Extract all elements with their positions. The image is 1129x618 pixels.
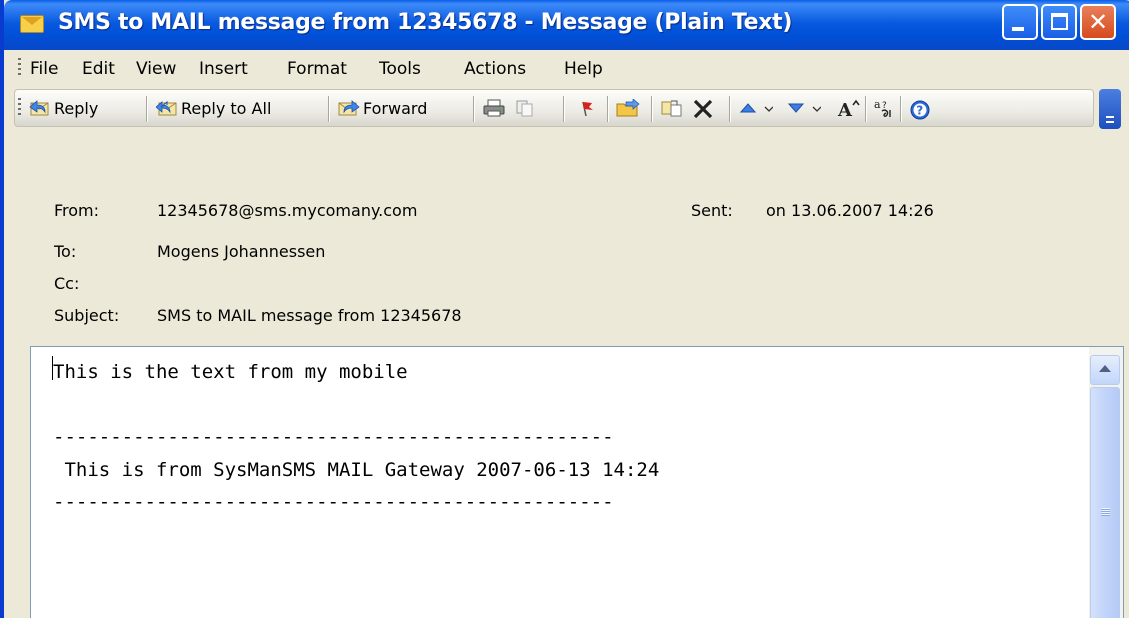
cc-value [157, 274, 162, 293]
svg-text:A: A [837, 100, 853, 119]
reply-icon [29, 99, 51, 117]
toolbar-options-button[interactable] [1099, 89, 1121, 129]
menu-view[interactable]: View [136, 59, 176, 79]
move-to-folder-icon [616, 98, 640, 117]
close-button[interactable]: ✕ [1080, 4, 1116, 40]
copy-icon [514, 99, 536, 117]
to-value[interactable]: Mogens Johannessen [157, 242, 325, 261]
move-to-folder-button[interactable] [616, 95, 641, 121]
toolbar-separator [473, 96, 475, 122]
minimize-button[interactable] [1002, 4, 1038, 40]
toolbar-separator [729, 96, 731, 122]
toolbar-grip[interactable] [18, 98, 21, 118]
from-value[interactable]: 12345678@sms.mycomany.com [157, 201, 417, 220]
toolbar-separator [900, 96, 902, 122]
forward-icon [338, 99, 360, 117]
flag-icon [576, 99, 598, 117]
menu-insert[interactable]: Insert [199, 59, 248, 79]
message-body-text[interactable]: This is the text from my mobile --------… [53, 356, 659, 519]
menu-file[interactable]: File [30, 59, 58, 79]
create-rule-icon [661, 99, 683, 117]
body-line: This is from SysManSMS MAIL Gateway 2007… [53, 458, 660, 481]
reply-label: Reply [54, 98, 99, 118]
cc-label: Cc: [54, 274, 80, 293]
delete-button[interactable] [692, 95, 717, 121]
menu-help[interactable]: Help [564, 59, 603, 79]
toolbar-separator [865, 96, 867, 122]
from-label: From: [54, 201, 100, 220]
message-window: SMS to MAIL message from 12345678 - Mess… [0, 0, 1129, 618]
subject-label: Subject: [54, 306, 120, 325]
create-rule-button[interactable] [661, 95, 686, 121]
envelope-icon [20, 15, 44, 33]
previous-item-icon [739, 99, 774, 117]
body-line [53, 389, 659, 422]
body-line: This is the text from my mobile [53, 361, 408, 383]
maximize-button[interactable] [1041, 4, 1077, 40]
sent-value: on 13.06.2007 14:26 [766, 201, 934, 220]
menu-tools[interactable]: Tools [379, 59, 421, 79]
toolbar-separator [328, 96, 330, 122]
encoding-button[interactable]: a? [873, 95, 898, 121]
encoding-icon: a? [873, 98, 895, 117]
menu-actions[interactable]: Actions [464, 59, 526, 79]
reply-all-icon [155, 99, 178, 117]
previous-item-button[interactable] [739, 95, 776, 121]
svg-text:a: a [874, 99, 881, 111]
svg-text:?: ? [916, 104, 923, 118]
menu-bar: File Edit View Insert Format Tools Actio… [4, 50, 1129, 89]
print-button[interactable] [483, 95, 508, 121]
next-item-icon [787, 99, 822, 117]
toolbar-separator [146, 96, 148, 122]
font-size-button[interactable]: A [837, 95, 862, 121]
forward-label: Forward [363, 98, 428, 118]
sent-label: Sent: [691, 201, 733, 220]
to-label: To: [54, 242, 77, 261]
minimize-icon [1012, 27, 1024, 31]
reply-all-label: Reply to All [181, 98, 272, 118]
toolbar-separator [563, 96, 565, 122]
body-line: ----------------------------------------… [53, 426, 614, 448]
copy-button[interactable] [514, 95, 539, 121]
menu-format[interactable]: Format [287, 59, 347, 79]
toolbar-separator [651, 96, 653, 122]
next-item-button[interactable] [787, 95, 824, 121]
menu-edit[interactable]: Edit [82, 59, 115, 79]
scroll-thumb[interactable] [1090, 387, 1120, 618]
maximize-icon [1051, 13, 1068, 30]
forward-button[interactable]: Forward [338, 95, 427, 121]
menu-grip[interactable] [18, 58, 21, 78]
scroll-up-button[interactable] [1090, 355, 1120, 385]
print-icon [483, 99, 505, 117]
delete-icon [692, 99, 714, 119]
toolbar-separator [607, 96, 609, 122]
body-line: ----------------------------------------… [53, 491, 614, 513]
reply-all-button[interactable]: Reply to All [155, 95, 272, 121]
close-icon: ✕ [1087, 8, 1109, 36]
title-bar[interactable]: SMS to MAIL message from 12345678 - Mess… [4, 0, 1129, 50]
font-size-icon: A [837, 99, 860, 121]
window-title: SMS to MAIL message from 12345678 - Mess… [58, 10, 793, 35]
toolbar: Reply Reply to All Forward A a ? ? [14, 89, 1094, 127]
reply-button[interactable]: Reply [29, 95, 98, 121]
help-button[interactable]: ? [909, 95, 934, 121]
flag-button[interactable] [576, 95, 601, 121]
subject-value: SMS to MAIL message from 12345678 [157, 306, 462, 325]
text-caret [52, 356, 53, 380]
help-icon: ? [909, 99, 931, 120]
